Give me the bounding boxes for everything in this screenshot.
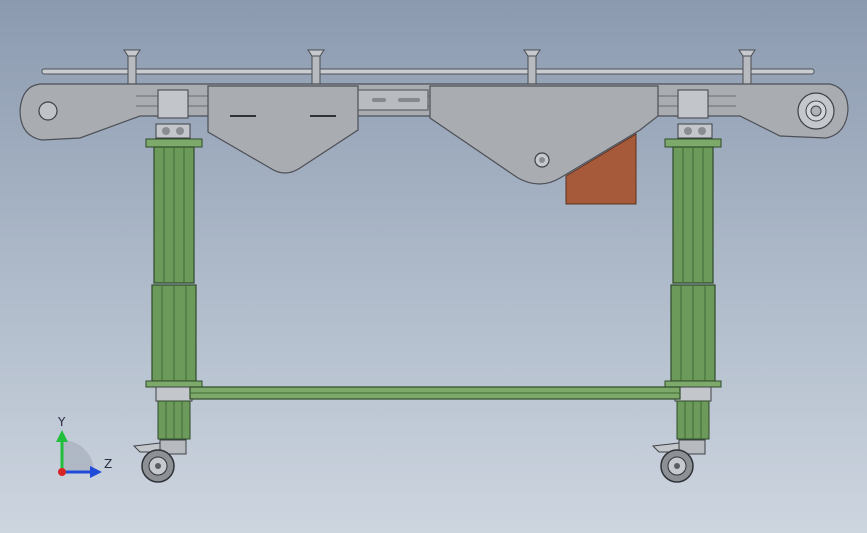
caster-wheel-right	[651, 439, 706, 483]
conveyor-assembly	[19, 49, 849, 205]
cad-viewport[interactable]: Y Z	[0, 0, 867, 533]
drive-pulley	[797, 92, 835, 130]
x-axis-dot	[58, 468, 66, 476]
coordinate-triad[interactable]: Y Z	[56, 415, 112, 478]
y-axis-label: Y	[57, 415, 66, 429]
mounting-plate	[157, 89, 189, 119]
caster-wheel-left	[132, 439, 187, 483]
idler-pulley	[38, 101, 58, 121]
chain-guard-left	[207, 85, 359, 174]
z-axis-label: Z	[104, 457, 112, 471]
mounting-plate	[677, 89, 709, 119]
guide-rail	[41, 68, 815, 75]
